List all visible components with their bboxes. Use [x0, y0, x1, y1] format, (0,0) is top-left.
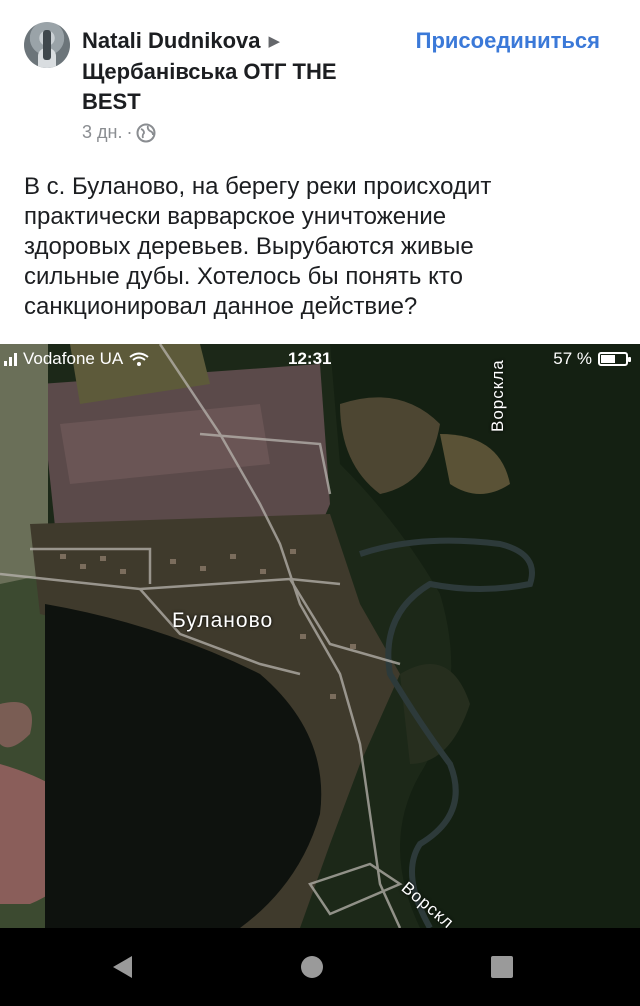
status-right: 57 % — [553, 349, 631, 369]
post-header: Natali Dudnikova ▶ Щербанівська ОТГ THE B… — [0, 0, 640, 160]
back-button[interactable] — [82, 928, 162, 1006]
author-name[interactable]: Natali Dudnikova — [82, 28, 260, 53]
meta-separator: · — [126, 122, 133, 142]
post-timestamp[interactable]: 3 дн. — [82, 122, 122, 143]
author-avatar[interactable] — [24, 22, 70, 68]
map-label-river-top: Ворскла — [488, 359, 507, 432]
recents-square-icon — [491, 956, 513, 978]
battery-icon — [598, 352, 631, 366]
map-label-village: Буланово — [172, 609, 274, 632]
signal-bars-icon — [4, 352, 17, 366]
post-meta: 3 дн. · — [82, 122, 156, 143]
group-name[interactable]: Щербанівська ОТГ THE BEST — [82, 59, 337, 114]
status-time: 12:31 — [288, 349, 332, 368]
satellite-map-image — [0, 344, 640, 928]
attached-screenshot[interactable]: Vodafone UA 12:31 57 % Буланово Ворскла … — [0, 344, 640, 928]
status-left: Vodafone UA — [4, 349, 149, 369]
author-line: Natali Dudnikova ▶ Щербанівська ОТГ THE B… — [82, 26, 382, 117]
wifi-icon — [129, 352, 149, 366]
back-triangle-icon — [112, 956, 132, 978]
system-navigation-bar — [0, 928, 640, 1006]
battery-percent: 57 % — [553, 349, 592, 368]
home-button[interactable] — [272, 928, 352, 1006]
post-text: В с. Буланово, на берегу реки происходит… — [24, 173, 492, 320]
globe-icon — [136, 123, 156, 142]
arrow-right-icon: ▶ — [268, 33, 281, 50]
home-circle-icon — [301, 956, 323, 978]
status-bar: Vodafone UA 12:31 57 % — [0, 344, 640, 374]
recents-button[interactable] — [462, 928, 542, 1006]
carrier-name: Vodafone UA — [23, 349, 124, 368]
join-group-button[interactable]: Присоединиться — [416, 28, 600, 54]
